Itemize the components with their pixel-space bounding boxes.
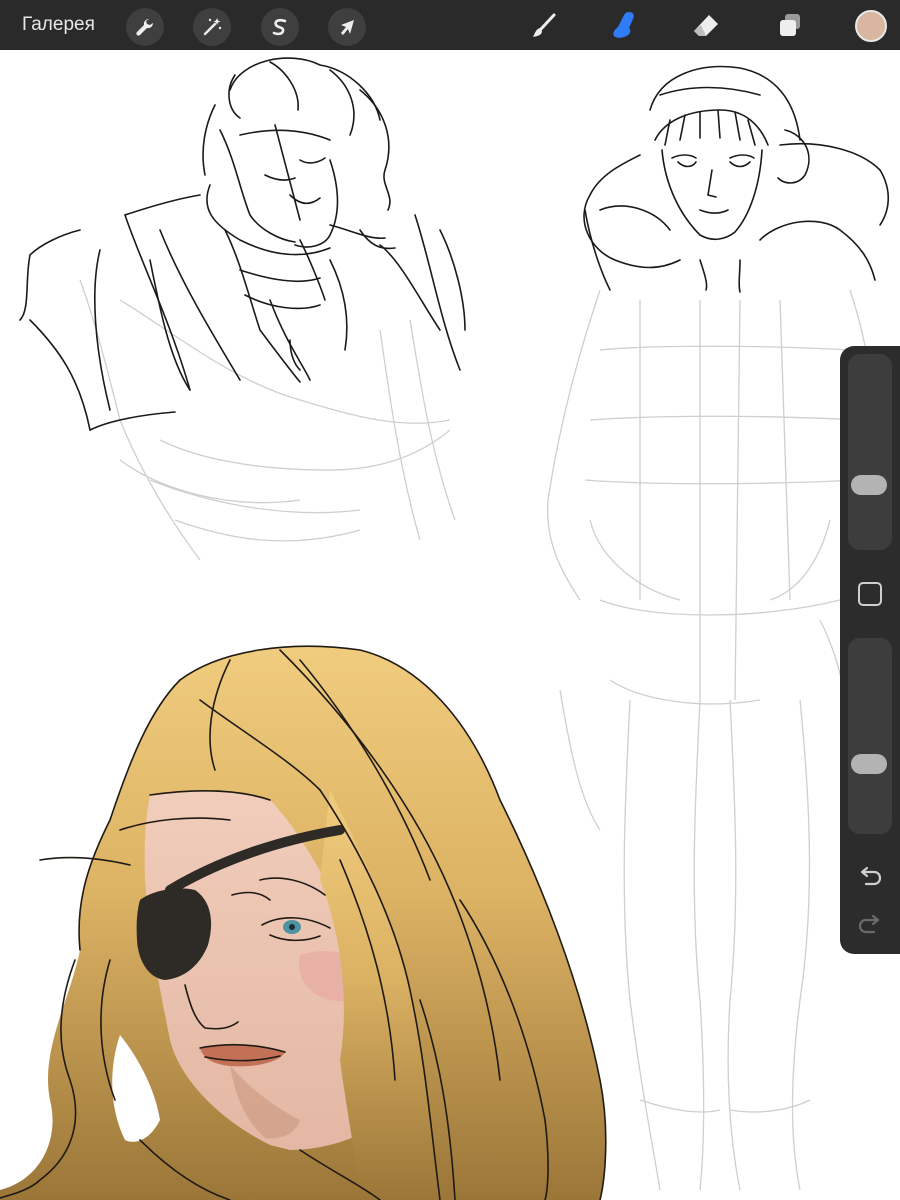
wrench-icon (136, 18, 154, 36)
layers-icon (780, 14, 800, 36)
brush-icon (533, 13, 556, 37)
eraser-tool-button[interactable] (686, 6, 726, 46)
magic-wand-icon (203, 18, 222, 36)
brush-tool-button[interactable] (524, 6, 564, 46)
drawing-canvas[interactable] (0, 50, 900, 1200)
undo-icon (860, 866, 882, 886)
brush-size-thumb[interactable] (851, 475, 887, 496)
adjustments-button[interactable] (193, 8, 231, 46)
actions-button[interactable] (126, 8, 164, 46)
brush-size-slider[interactable] (848, 354, 892, 550)
modify-button[interactable] (858, 582, 882, 606)
sketch-girl-construction (546, 289, 877, 1191)
selection-s-icon (272, 18, 287, 36)
redo-icon (858, 914, 880, 934)
sketch-girl-lines (583, 65, 890, 293)
selection-button[interactable] (261, 8, 299, 46)
smudge-tool-button[interactable] (604, 6, 644, 46)
colored-portrait (0, 645, 607, 1200)
sketch-man-construction (79, 279, 456, 561)
transform-button[interactable] (328, 8, 366, 46)
redo-button[interactable] (856, 910, 884, 938)
gallery-button[interactable]: Галерея (22, 12, 95, 38)
smudge-finger-icon (613, 12, 634, 38)
eraser-icon (694, 15, 718, 36)
sketch-man-lines (19, 57, 466, 431)
opacity-thumb[interactable] (851, 754, 887, 775)
layers-button[interactable] (770, 6, 810, 46)
top-toolbar: Галерея (0, 0, 900, 50)
color-picker-button[interactable] (855, 10, 887, 42)
undo-button[interactable] (856, 862, 884, 890)
opacity-slider[interactable] (848, 638, 892, 834)
cursor-arrow-icon (341, 20, 354, 35)
pupil (289, 924, 295, 930)
